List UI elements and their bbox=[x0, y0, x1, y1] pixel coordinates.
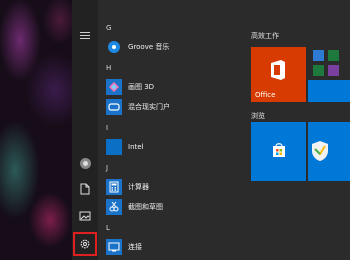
groove-music-icon bbox=[106, 39, 122, 55]
app-item-label: 计算器 bbox=[128, 183, 149, 191]
office-icon bbox=[271, 60, 285, 80]
section-header-j[interactable]: J bbox=[106, 164, 108, 172]
paint-3d-icon bbox=[106, 79, 122, 95]
section-header-h[interactable]: H bbox=[106, 64, 111, 72]
app-item-snip-sketch[interactable]: 截图和草图 bbox=[106, 198, 163, 216]
section-header-g[interactable]: G bbox=[106, 24, 111, 32]
mixed-reality-portal-icon bbox=[106, 99, 122, 115]
pictures-button[interactable] bbox=[72, 205, 98, 227]
intel-icon bbox=[106, 139, 122, 155]
office-tile[interactable]: Office bbox=[251, 47, 306, 102]
settings-button[interactable] bbox=[73, 232, 97, 256]
app-item-label: 画图 3D bbox=[128, 83, 155, 91]
publisher-tile[interactable] bbox=[313, 65, 324, 76]
app-item-label: 混合现实门户 bbox=[128, 103, 170, 111]
user-avatar-icon bbox=[79, 157, 91, 169]
tile-group-title[interactable]: 高效工作 bbox=[251, 31, 279, 41]
app-item-label: 截图和草图 bbox=[128, 203, 163, 211]
app-item-label: Groove 音乐 bbox=[128, 43, 170, 51]
connect-icon bbox=[106, 239, 122, 255]
app-item-label: Intel bbox=[128, 143, 144, 151]
shield-icon bbox=[312, 141, 328, 161]
document-icon bbox=[80, 183, 90, 195]
picture-icon bbox=[79, 211, 91, 221]
desktop-wallpaper bbox=[0, 0, 72, 260]
hamburger-icon bbox=[80, 31, 90, 39]
tile-group-title[interactable]: 浏览 bbox=[251, 111, 265, 121]
section-header-i[interactable]: I bbox=[106, 124, 108, 132]
app-tile[interactable] bbox=[308, 80, 350, 102]
app-item-label: 连接 bbox=[128, 243, 142, 251]
section-header-l[interactable]: L bbox=[106, 224, 110, 232]
app-item-paint-3d[interactable]: 画图 3D bbox=[106, 78, 154, 96]
calculator-icon bbox=[106, 179, 122, 195]
app-item-calculator[interactable]: 计算器 bbox=[106, 178, 149, 196]
expand-menu-button[interactable] bbox=[72, 24, 98, 46]
documents-button[interactable] bbox=[72, 178, 98, 200]
app-item-groove[interactable]: Groove 音乐 bbox=[106, 38, 169, 56]
onenote-tile[interactable] bbox=[328, 65, 339, 76]
gear-icon bbox=[80, 239, 90, 249]
excel-tile[interactable] bbox=[328, 50, 339, 61]
store-tile[interactable] bbox=[251, 122, 306, 181]
tiles-panel: 高效工作 Office 浏览 bbox=[232, 0, 350, 260]
user-account-button[interactable] bbox=[72, 152, 98, 174]
store-bag-icon bbox=[273, 143, 285, 157]
start-rail bbox=[72, 0, 98, 260]
office-tile-label: Office bbox=[255, 91, 276, 99]
app-list: G Groove 音乐 H 画图 3D 混合现实门户 I Intel J 计算器… bbox=[98, 0, 232, 260]
maps-tile[interactable] bbox=[308, 122, 350, 181]
app-item-connect[interactable]: 连接 bbox=[106, 238, 142, 256]
word-tile[interactable] bbox=[313, 50, 324, 61]
snip-sketch-icon bbox=[106, 199, 122, 215]
app-item-intel[interactable]: Intel bbox=[106, 138, 144, 156]
app-item-mixed-reality[interactable]: 混合现实门户 bbox=[106, 98, 170, 116]
